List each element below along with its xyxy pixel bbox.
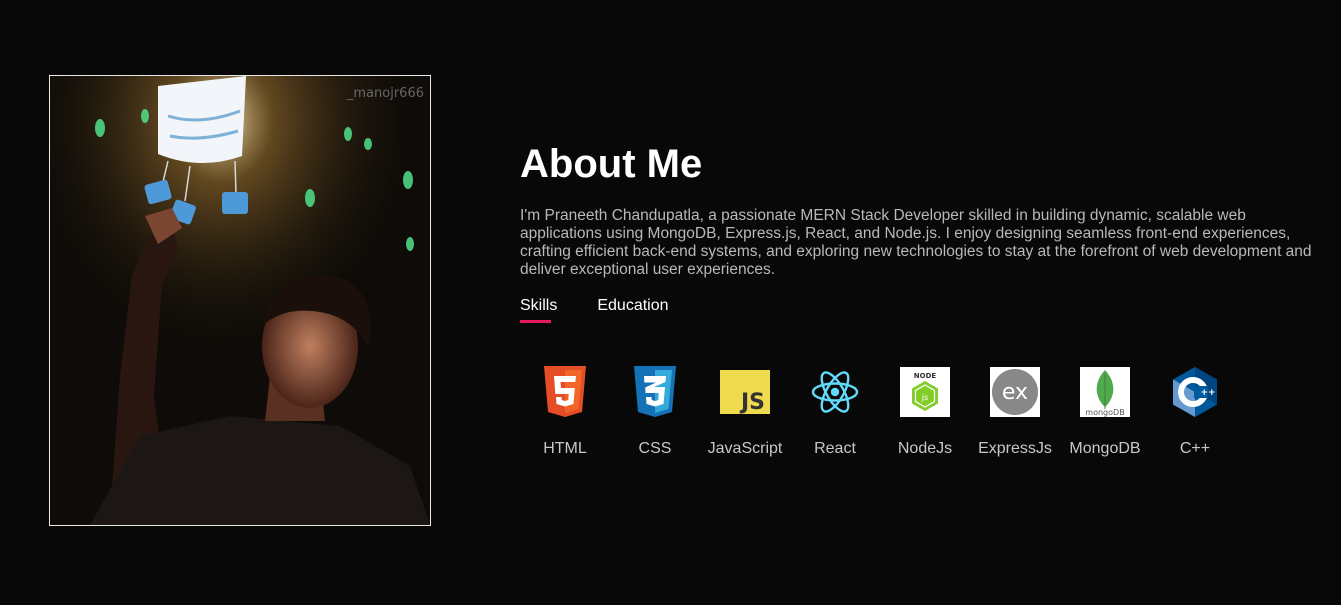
skill-mongodb: mongoDB MongoDB — [1060, 366, 1150, 458]
skill-html: HTML — [520, 366, 610, 458]
photo-watermark: _manojr666 — [346, 86, 424, 101]
svg-text:NODE: NODE — [914, 372, 937, 380]
skill-expressjs: ex ExpressJs — [970, 366, 1060, 458]
javascript-icon: JS — [719, 366, 771, 418]
svg-text:mongoDB: mongoDB — [1085, 408, 1124, 417]
about-content: About Me I'm Praneeth Chandupatla, a pas… — [520, 140, 1320, 279]
skill-label: NodeJs — [897, 440, 953, 457]
skill-label: JavaScript — [707, 440, 783, 457]
skill-nodejs: NODE js NodeJs — [880, 366, 970, 458]
expressjs-icon: ex — [989, 366, 1041, 418]
skill-react: React — [790, 366, 880, 458]
page-title: About Me — [520, 142, 703, 186]
skill-label: MongoDB — [1069, 440, 1141, 457]
cplusplus-icon: ++ — [1169, 366, 1221, 418]
skills-list: HTML CSS JS JavaScript React NODE js Nod… — [520, 366, 1240, 458]
skill-cplusplus: ++ C++ — [1150, 366, 1240, 458]
profile-photo: _manojr666 — [49, 75, 431, 526]
tab-skills[interactable]: Skills — [520, 297, 557, 325]
svg-text:js: js — [921, 393, 928, 402]
skill-label: React — [814, 440, 856, 457]
html5-icon — [539, 366, 591, 418]
skill-javascript: JS JavaScript — [700, 366, 790, 458]
about-description: I'm Praneeth Chandupatla, a passionate M… — [520, 207, 1312, 278]
skill-label: HTML — [543, 440, 587, 457]
svg-text:++: ++ — [1200, 388, 1215, 398]
skill-label: C++ — [1179, 440, 1211, 457]
profile-photo-image: _manojr666 — [50, 76, 430, 525]
react-icon — [809, 366, 861, 418]
svg-text:ex: ex — [1002, 380, 1028, 405]
skill-label: ExpressJs — [978, 440, 1052, 457]
about-section: _manojr666 About Me I'm Praneeth Chandup… — [0, 0, 1341, 605]
nodejs-icon: NODE js — [899, 366, 951, 418]
css3-icon — [629, 366, 681, 418]
skill-label: CSS — [638, 440, 672, 457]
mongodb-icon: mongoDB — [1079, 366, 1131, 418]
tab-education[interactable]: Education — [597, 297, 668, 325]
skill-css: CSS — [610, 366, 700, 458]
tab-bar: Skills Education — [520, 297, 709, 325]
svg-text:JS: JS — [739, 390, 765, 414]
